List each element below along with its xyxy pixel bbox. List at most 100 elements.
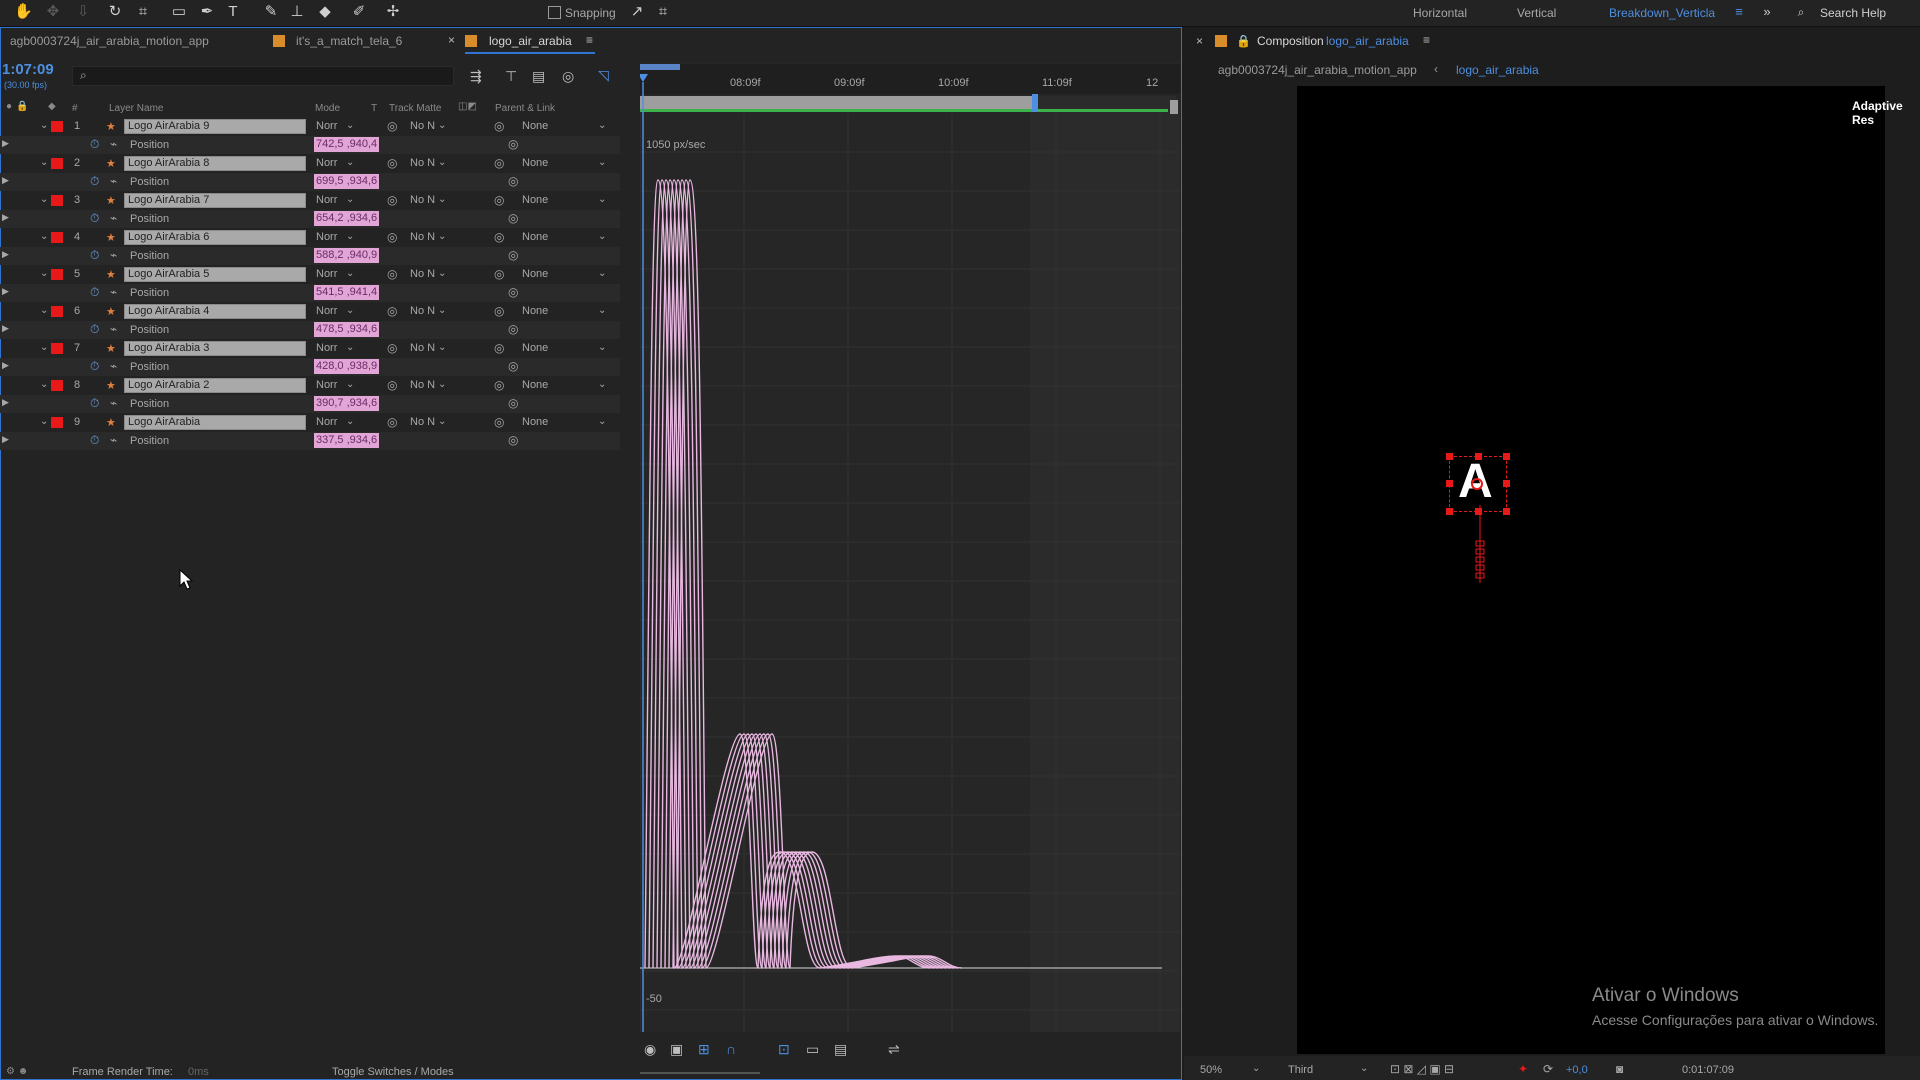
handle-ml[interactable] bbox=[1446, 480, 1453, 487]
position-value[interactable]: 699,5 ,934,6 bbox=[314, 174, 379, 189]
position-value[interactable]: 478,5 ,934,6 bbox=[314, 322, 379, 337]
chevron-down-icon[interactable]: ⌄ bbox=[598, 120, 606, 131]
handle-tm[interactable] bbox=[1475, 453, 1482, 460]
zoom-tool-icon[interactable]: ✥ bbox=[44, 3, 62, 21]
collapse-chevron-icon[interactable]: ⌄ bbox=[40, 268, 48, 279]
expand-triangle-icon[interactable]: ▶ bbox=[2, 286, 9, 297]
collapse-chevron-icon[interactable]: ⌄ bbox=[40, 305, 48, 316]
label-color-swatch[interactable] bbox=[51, 269, 63, 280]
viewer-tool-icons[interactable]: ⊡ ⊠ ◿ ▣ ⊟ bbox=[1390, 1062, 1454, 1076]
graph-toggle-icon[interactable]: ⌁ bbox=[110, 137, 117, 151]
handle-mr[interactable] bbox=[1503, 480, 1510, 487]
expand-triangle-icon[interactable]: ▶ bbox=[2, 249, 9, 260]
position-value[interactable]: 654,2 ,934,6 bbox=[314, 211, 379, 226]
label-color-swatch[interactable] bbox=[51, 417, 63, 428]
preserve-transparency-icon[interactable]: ◎ bbox=[387, 267, 397, 281]
workspace-breakdown[interactable]: Breakdown_Verticla bbox=[1609, 6, 1715, 20]
expand-chevron-icon[interactable]: » bbox=[1758, 3, 1776, 21]
track-matte-select[interactable]: No N bbox=[410, 268, 435, 280]
tab-logo-air-arabia[interactable]: logo_air_arabia bbox=[489, 34, 572, 48]
composition-canvas[interactable] bbox=[1297, 86, 1885, 1054]
layer-row[interactable]: ⌄ 1 ★ Logo AirArabia 9 Norr ⌄ ◎ No N ⌄ ◎ None ⌄ bbox=[0, 118, 620, 136]
chevron-down-icon[interactable]: ⌄ bbox=[598, 194, 606, 205]
resolution-select[interactable]: Third bbox=[1288, 1064, 1313, 1076]
pickwhip-icon[interactable]: ◎ bbox=[494, 341, 504, 355]
graph-toggle-icon[interactable]: ⌁ bbox=[110, 359, 117, 373]
position-value[interactable]: 541,5 ,941,4 bbox=[314, 285, 379, 300]
layer-name[interactable]: Logo AirArabia 8 bbox=[124, 156, 306, 171]
viewer-timecode[interactable]: 0:01:07:09 bbox=[1682, 1064, 1734, 1076]
track-matte-select[interactable]: No N bbox=[410, 305, 435, 317]
layer-row[interactable]: ⌄ 3 ★ Logo AirArabia 7 Norr ⌄ ◎ No N ⌄ ◎ None ⌄ bbox=[0, 192, 620, 210]
brush-tool-icon[interactable]: ✎ bbox=[262, 3, 280, 21]
chevron-down-icon[interactable]: ⌄ bbox=[346, 342, 354, 353]
collapse-chevron-icon[interactable]: ⌄ bbox=[40, 194, 48, 205]
layer-row[interactable]: ⌄ 9 ★ Logo AirArabia Norr ⌄ ◎ No N ⌄ ◎ None ⌄ bbox=[0, 414, 620, 432]
search-help[interactable]: Search Help bbox=[1820, 6, 1886, 20]
chevron-down-icon[interactable]: ⌄ bbox=[598, 157, 606, 168]
parent-select[interactable]: None bbox=[522, 305, 548, 317]
layer-name[interactable]: Logo AirArabia 9 bbox=[124, 119, 306, 134]
track-matte-select[interactable]: No N bbox=[410, 416, 435, 428]
text-tool-icon[interactable]: T bbox=[224, 3, 242, 21]
chevron-down-icon[interactable]: ⌄ bbox=[438, 231, 446, 242]
workspace-horizontal[interactable]: Horizontal bbox=[1413, 6, 1467, 20]
layer-row[interactable]: ⌄ 8 ★ Logo AirArabia 2 Norr ⌄ ◎ No N ⌄ ◎ None ⌄ bbox=[0, 377, 620, 395]
mode-select[interactable]: Norr bbox=[316, 268, 337, 280]
pen-tool-icon[interactable]: ✒ bbox=[198, 3, 216, 21]
expand-triangle-icon[interactable]: ▶ bbox=[2, 434, 9, 445]
chevron-down-icon[interactable]: ⌄ bbox=[598, 231, 606, 242]
preserve-transparency-icon[interactable]: ◎ bbox=[387, 415, 397, 429]
mode-header[interactable]: Mode bbox=[315, 103, 340, 114]
expand-triangle-icon[interactable]: ▶ bbox=[2, 323, 9, 334]
layer-row[interactable]: ⌄ 2 ★ Logo AirArabia 8 Norr ⌄ ◎ No N ⌄ ◎ None ⌄ bbox=[0, 155, 620, 173]
label-col-icon[interactable]: ◆ bbox=[48, 101, 56, 112]
chevron-down-icon[interactable]: ⌄ bbox=[438, 268, 446, 279]
layer-row[interactable]: ⌄ 7 ★ Logo AirArabia 3 Norr ⌄ ◎ No N ⌄ ◎ None ⌄ bbox=[0, 340, 620, 358]
stopwatch-icon[interactable]: ⏱ bbox=[90, 359, 99, 374]
layer-row[interactable]: ⌄ 4 ★ Logo AirArabia 6 Norr ⌄ ◎ No N ⌄ ◎ None ⌄ bbox=[0, 229, 620, 247]
handle-bl[interactable] bbox=[1446, 508, 1453, 515]
track-matte-select[interactable]: No N bbox=[410, 194, 435, 206]
lock-icon[interactable]: 🔒 bbox=[1236, 34, 1251, 48]
property-row[interactable]: ▶ ⏱ ⌁ Position 390,7 ,934,6 ◎ bbox=[0, 395, 620, 413]
track-matte-select[interactable]: No N bbox=[410, 157, 435, 169]
parent-select[interactable]: None bbox=[522, 194, 548, 206]
chevron-down-icon[interactable]: ⌄ bbox=[438, 194, 446, 205]
motion-blur-icon[interactable]: ▤ bbox=[532, 68, 545, 85]
mode-select[interactable]: Norr bbox=[316, 416, 337, 428]
chevron-down-icon[interactable]: ⌄ bbox=[346, 416, 354, 427]
fit-selection-icon[interactable]: ⊡ bbox=[778, 1041, 790, 1058]
label-color-swatch[interactable] bbox=[51, 343, 63, 354]
stamp-tool-icon[interactable]: ⊥ bbox=[288, 3, 306, 21]
chevron-down-icon[interactable]: ⌄ bbox=[346, 120, 354, 131]
stopwatch-icon[interactable]: ⏱ bbox=[90, 248, 99, 263]
preserve-transparency-icon[interactable]: ◎ bbox=[387, 341, 397, 355]
track-matte-select[interactable]: No N bbox=[410, 231, 435, 243]
parent-select[interactable]: None bbox=[522, 120, 548, 132]
graph-toggle-icon[interactable]: ⌁ bbox=[110, 322, 117, 336]
position-value[interactable]: 742,5 ,940,4 bbox=[314, 137, 379, 152]
graph-editor-icon[interactable]: ◹ bbox=[598, 67, 609, 84]
graph-toggle-icon[interactable]: ⌁ bbox=[110, 285, 117, 299]
tab-air-arabia-motion[interactable]: agb0003724j_air_arabia_motion_app bbox=[10, 34, 209, 48]
chevron-down-icon[interactable]: ⌄ bbox=[438, 120, 446, 131]
mode-select[interactable]: Norr bbox=[316, 120, 337, 132]
label-color-swatch[interactable] bbox=[51, 232, 63, 243]
chevron-down-icon[interactable]: ⌄ bbox=[598, 268, 606, 279]
mode-select[interactable]: Norr bbox=[316, 305, 337, 317]
color-channel-icon[interactable]: ✦ bbox=[1518, 1062, 1528, 1076]
track-matte-header[interactable]: Track Matte bbox=[389, 103, 441, 114]
property-row[interactable]: ▶ ⏱ ⌁ Position 478,5 ,934,6 ◎ bbox=[0, 321, 620, 339]
parent-select[interactable]: None bbox=[522, 379, 548, 391]
tab-menu-icon[interactable]: ≡ bbox=[586, 33, 593, 47]
chevron-down-icon[interactable]: ⌄ bbox=[346, 379, 354, 390]
stopwatch-icon[interactable]: ⏱ bbox=[90, 433, 99, 448]
preserve-transparency-icon[interactable]: ◎ bbox=[387, 304, 397, 318]
track-matte-select[interactable]: No N bbox=[410, 120, 435, 132]
track-matte-select[interactable]: No N bbox=[410, 342, 435, 354]
expand-triangle-icon[interactable]: ▶ bbox=[2, 360, 9, 371]
chevron-down-icon[interactable]: ⌄ bbox=[598, 379, 606, 390]
workspace-vertical[interactable]: Vertical bbox=[1517, 6, 1556, 20]
close-icon[interactable]: × bbox=[448, 33, 455, 47]
